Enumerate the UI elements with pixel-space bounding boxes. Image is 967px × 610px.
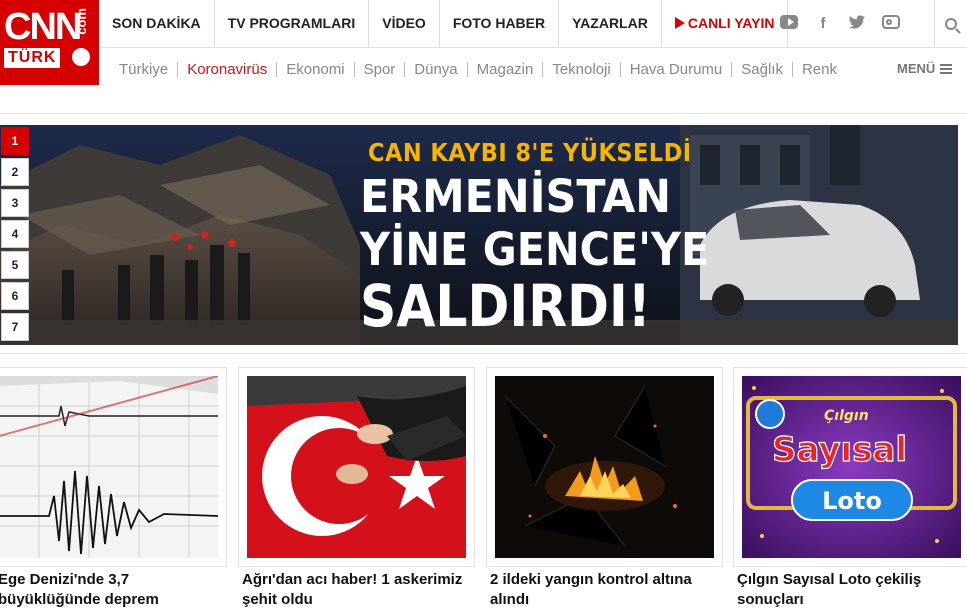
category-teknoloji[interactable]: Teknoloji	[543, 61, 621, 77]
cnnturk-logo[interactable]: CNN com TÜRK	[0, 0, 99, 85]
search-icon	[945, 17, 957, 30]
slider-pager: 1 2 3 4 5 6 7	[1, 127, 29, 344]
slider-page-3[interactable]: 3	[1, 189, 29, 217]
category-magazin[interactable]: Magazin	[468, 61, 544, 77]
nav-yazarlar[interactable]: YAZARLAR	[559, 0, 662, 47]
forest-fire-image	[495, 376, 714, 558]
category-hava-durumu[interactable]: Hava Durumu	[621, 61, 733, 77]
logo-com-text: com	[74, 8, 89, 35]
category-navigation: Türkiye Koronavirüs Ekonomi Spor Dünya M…	[110, 55, 846, 83]
news-card[interactable]	[238, 367, 475, 567]
category-dunya[interactable]: Dünya	[405, 61, 468, 77]
header-divider	[0, 113, 967, 114]
nav-tv-programlari[interactable]: TV PROGRAMLARI	[215, 0, 370, 47]
nav-divider	[99, 47, 967, 48]
slider-page-4[interactable]: 4	[1, 220, 29, 248]
news-card[interactable]	[0, 367, 227, 567]
slider-page-5[interactable]: 5	[1, 251, 29, 279]
news-card-title[interactable]: Ege Denizi'nde 3,7 büyüklüğünde deprem	[0, 570, 228, 610]
svg-text:Loto: Loto	[822, 487, 882, 515]
category-spor[interactable]: Spor	[355, 61, 406, 77]
earthquake-seismograph-image	[0, 376, 218, 558]
headline-line-3: SALDIRDI!	[360, 272, 651, 340]
headline-line-1: ERMENİSTAN	[360, 170, 672, 223]
news-card-title[interactable]: Ağrı'dan acı haber! 1 askerimiz şehit ol…	[242, 570, 472, 610]
facebook-icon[interactable]: f	[814, 15, 832, 32]
social-links: f	[780, 0, 900, 47]
content-divider	[0, 353, 967, 354]
menu-label: MENÜ	[897, 61, 936, 76]
svg-text:Sayısal: Sayısal	[772, 430, 907, 470]
slider-page-1[interactable]: 1	[1, 127, 29, 155]
nav-canli-yayin[interactable]: CANLI YAYIN	[662, 0, 789, 47]
flag-covered-coffin-image	[247, 376, 466, 558]
headline-kicker: CAN KAYBI 8'E YÜKSELDİ	[368, 138, 692, 167]
logo-dot	[72, 48, 90, 66]
slider-page-6[interactable]: 6	[1, 282, 29, 310]
category-ekonomi[interactable]: Ekonomi	[277, 61, 355, 77]
category-renk[interactable]: Renk	[793, 62, 846, 77]
news-card-title[interactable]: 2 ildeki yangın kontrol altına alındı	[490, 570, 720, 610]
menu-button[interactable]: MENÜ	[897, 61, 953, 76]
logo-turk-text: TÜRK	[4, 48, 61, 68]
slider-page-7[interactable]: 7	[1, 313, 29, 341]
nav-foto-haber[interactable]: FOTO HABER	[440, 0, 560, 47]
instagram-icon[interactable]	[882, 14, 900, 33]
twitter-icon[interactable]	[848, 14, 866, 33]
news-card-title[interactable]: Çılgın Sayısal Loto çekiliş sonuçları	[737, 570, 967, 610]
news-card[interactable]	[486, 367, 723, 567]
nav-son-dakika[interactable]: SON DAKİKA	[99, 0, 215, 47]
search-button[interactable]	[934, 0, 967, 47]
category-turkiye[interactable]: Türkiye	[110, 61, 179, 77]
category-saglik[interactable]: Sağlık	[732, 61, 793, 77]
youtube-icon[interactable]	[780, 14, 798, 33]
logo-cnn-text: CNN	[4, 6, 82, 48]
headline-line-2: YİNE GENCE'YE	[360, 223, 710, 276]
nav-video[interactable]: VİDEO	[369, 0, 440, 47]
category-koronavirus[interactable]: Koronavirüs	[178, 61, 278, 77]
live-label: CANLI YAYIN	[687, 15, 775, 31]
slider-page-2[interactable]: 2	[1, 158, 29, 186]
svg-text:Çılgın: Çılgın	[824, 408, 869, 424]
play-icon	[674, 17, 685, 29]
hamburger-icon	[940, 63, 953, 74]
cilgin-sayisal-loto-logo-image: Çılgın Sayısal Loto	[742, 376, 961, 558]
news-card[interactable]: Çılgın Sayısal Loto	[733, 367, 967, 567]
main-navigation: SON DAKİKA TV PROGRAMLARI VİDEO FOTO HAB…	[99, 0, 789, 47]
